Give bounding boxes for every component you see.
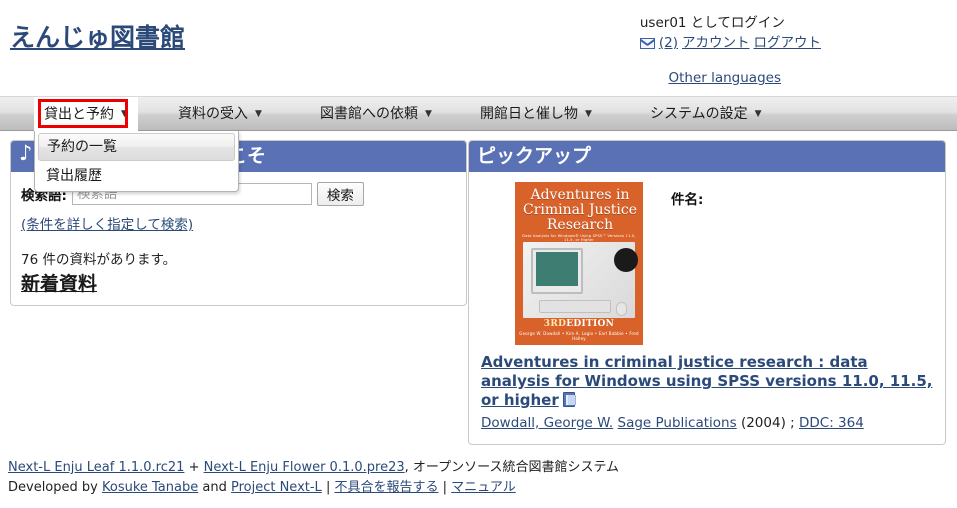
nav-item-calendar-events[interactable]: 開館日と催し物 ▼: [470, 97, 602, 131]
main-navigation: 貸出と予約 ▼ 資料の受入 ▼ 図書館への依頼 ▼ 開館日と催し物 ▼ システムの設定 ▼: [0, 96, 957, 132]
account-link[interactable]: アカウント: [682, 34, 750, 53]
cover-mouse-shape: [616, 302, 627, 316]
page-footer: Next-L Enju Leaf 1.1.0.rc21 + Next-L Enj…: [8, 458, 948, 498]
login-status-line: user01 としてログイン: [640, 14, 821, 33]
chevron-down-icon: ▼: [585, 109, 592, 119]
cover-title-text: Adventures in Criminal Justice Research: [521, 188, 639, 233]
advanced-search-wrap: (条件を詳しく指定して検索): [21, 213, 456, 233]
pickup-publisher-link[interactable]: Sage Publications: [618, 415, 737, 431]
cover-edition-word: EDITION: [566, 319, 615, 329]
chevron-down-icon: ▼: [754, 109, 762, 119]
nav-item-acquisitions[interactable]: 資料の受入 ▼: [168, 97, 272, 131]
cover-keyboard-shape: [539, 300, 611, 313]
cover-subtitle-text: Data Analysis for Windows® Using SPSS™ V…: [522, 234, 636, 242]
subject-block: 件名:: [671, 182, 703, 345]
footer-plus-text: +: [184, 460, 204, 475]
cover-seal-badge: [614, 248, 638, 272]
book-icon[interactable]: [562, 392, 576, 407]
pickup-panel: ピックアップ Adventures in Criminal Justice Re…: [468, 140, 946, 445]
cover-screen-shape: [536, 252, 578, 286]
subject-label: 件名:: [671, 192, 704, 208]
chevron-down-icon: ▼: [255, 109, 262, 119]
cover-line-2: Criminal Justice: [523, 202, 637, 218]
footer-tagline-text: , オープンソース統合図書館システム: [404, 460, 620, 475]
pickup-top-row: Adventures in Criminal Justice Research …: [481, 182, 933, 345]
chevron-down-icon: ▼: [121, 109, 128, 119]
logout-link[interactable]: ログアウト: [754, 34, 822, 53]
message-count-link[interactable]: (2): [659, 34, 678, 53]
footer-developed-by-text: Developed by: [8, 480, 102, 495]
cover-edition-text: 3RDEDITION: [515, 319, 643, 329]
footer-leaf-link[interactable]: Next-L Enju Leaf 1.1.0.rc21: [8, 460, 184, 475]
footer-separator-1: |: [321, 480, 335, 495]
nav-item-label: 開館日と催し物: [480, 106, 578, 122]
footer-project-link[interactable]: Project Next-L: [231, 480, 322, 495]
nav-item-label: システムの設定: [650, 106, 748, 122]
pickup-author-link[interactable]: Dowdall, George W.: [481, 415, 613, 431]
footer-separator-2: |: [438, 480, 452, 495]
other-languages-link[interactable]: Other languages: [668, 70, 781, 86]
nav-item-system-settings[interactable]: システムの設定 ▼: [640, 97, 772, 131]
cover-line-1: Adventures in: [530, 187, 630, 203]
new-arrivals-link[interactable]: 新着資料: [21, 269, 97, 296]
book-cover-image[interactable]: Adventures in Criminal Justice Research …: [515, 182, 643, 345]
footer-bug-report-link[interactable]: 不具合を報告する: [334, 480, 438, 495]
loans-reservations-dropdown: 予約の一覧 貸出履歴: [34, 131, 239, 192]
footer-line-2: Developed by Kosuke Tanabe and Project N…: [8, 478, 948, 498]
pickup-book-title-link[interactable]: Adventures in criminal justice research …: [481, 353, 933, 410]
advanced-search-link[interactable]: (条件を詳しく指定して検索): [21, 217, 193, 233]
pickup-book-meta: Dowdall, George W. Sage Publications (20…: [481, 414, 933, 432]
nav-item-label: 資料の受入: [178, 106, 248, 122]
page-header: えんじゅ図書館 user01 としてログイン (2) アカウント ログアウト O…: [0, 0, 957, 96]
nav-item-label: 貸出と予約: [44, 106, 114, 123]
user-info-box: user01 としてログイン (2) アカウント ログアウト: [639, 14, 822, 53]
username-text: user01: [639, 15, 687, 31]
cover-edition-number: 3RD: [543, 319, 567, 329]
site-title-link[interactable]: えんじゅ図書館: [10, 18, 185, 54]
nav-item-loans-reservations[interactable]: 貸出と予約 ▼: [34, 97, 138, 132]
pickup-panel-header: ピックアップ: [469, 141, 945, 172]
pickup-book-title-text: Adventures in criminal justice research …: [481, 353, 933, 409]
pickup-panel-body: Adventures in Criminal Justice Research …: [469, 172, 945, 440]
dropdown-item-reservation-list[interactable]: 予約の一覧: [38, 133, 235, 161]
footer-manual-link[interactable]: マニュアル: [451, 480, 516, 495]
chevron-down-icon: ▼: [425, 109, 432, 119]
footer-and-text: and: [198, 480, 231, 495]
envelope-icon[interactable]: [639, 38, 655, 49]
nav-item-label: 図書館への依頼: [320, 106, 418, 122]
footer-flower-link[interactable]: Next-L Enju Flower 0.1.0.pre23: [204, 460, 405, 475]
dropdown-item-loan-history[interactable]: 貸出履歴: [38, 163, 235, 189]
login-suffix-text: としてログイン: [686, 15, 785, 31]
user-links-line: (2) アカウント ログアウト: [639, 34, 822, 53]
search-button[interactable]: 検索: [316, 182, 364, 206]
cover-line-3: Research: [546, 217, 614, 233]
footer-line-1: Next-L Enju Leaf 1.1.0.rc21 + Next-L Enj…: [8, 458, 948, 478]
cover-authors-text: George W. Dowdall • Kim A. Logio • Earl …: [519, 331, 639, 341]
item-count-text: 76 件の資料があります。: [21, 252, 177, 268]
pickup-classification-link[interactable]: DDC: 364: [799, 415, 864, 431]
welcome-panel-body: 検索語: 検索 (条件を詳しく指定して検索) 76 件の資料があります。 新着資…: [11, 172, 466, 305]
footer-developer-link[interactable]: Kosuke Tanabe: [102, 480, 198, 495]
nav-item-library-requests[interactable]: 図書館への依頼 ▼: [310, 97, 442, 131]
pickup-year-text: (2004) ;: [740, 415, 795, 431]
other-languages-wrap: Other languages: [668, 70, 781, 86]
